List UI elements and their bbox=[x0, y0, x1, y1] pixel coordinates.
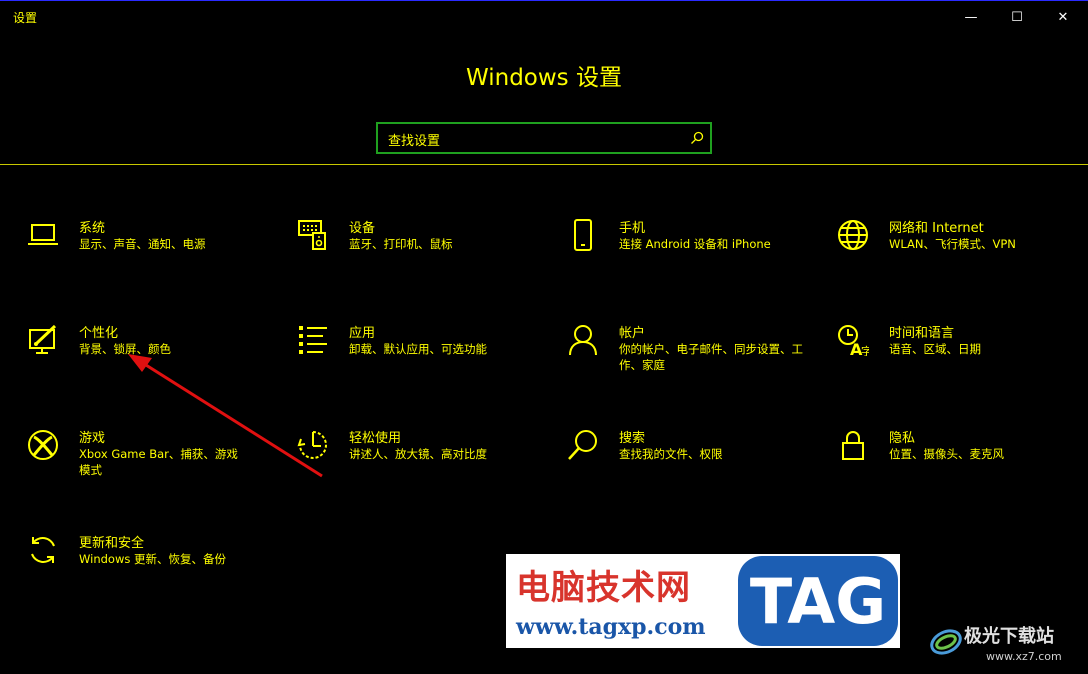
tile-privacy[interactable]: 隐私 位置、摄像头、麦克风 bbox=[837, 429, 1087, 509]
maximize-button[interactable]: ☐ bbox=[994, 1, 1040, 33]
tile-time-language[interactable]: A 字 时间和语言 语音、区域、日期 bbox=[837, 324, 1087, 404]
tile-desc: 蓝牙、打印机、鼠标 bbox=[349, 237, 453, 251]
tile-title: 个性化 bbox=[79, 326, 119, 341]
tile-title: 帐户 bbox=[619, 326, 646, 341]
tile-title: 时间和语言 bbox=[889, 326, 955, 341]
search-icon[interactable] bbox=[690, 131, 704, 145]
tile-system[interactable]: 系统 显示、声音、通知、电源 bbox=[27, 219, 277, 299]
tile-title: 网络和 Internet bbox=[889, 221, 984, 236]
tile-title: 系统 bbox=[79, 221, 106, 236]
devices-icon bbox=[298, 220, 326, 250]
tile-desc: WLAN、飞行模式、VPN bbox=[889, 237, 1016, 251]
update-icon bbox=[31, 537, 55, 563]
minimize-button[interactable]: — bbox=[948, 1, 994, 33]
person-icon bbox=[569, 325, 597, 356]
tile-title: 应用 bbox=[349, 326, 376, 341]
tile-desc: 连接 Android 设备和 iPhone bbox=[619, 237, 771, 251]
site-badge-name: 极光下载站 bbox=[964, 626, 1054, 647]
title-bar: 设置 — ☐ ✕ bbox=[0, 0, 1088, 32]
tile-desc: 显示、声音、通知、电源 bbox=[79, 237, 206, 251]
tile-title: 设备 bbox=[349, 221, 376, 236]
tile-desc: 你的帐户、电子邮件、同步设置、工作、家庭 bbox=[619, 342, 803, 372]
search-box[interactable]: 查找设置 bbox=[376, 122, 712, 154]
tile-title: 搜索 bbox=[619, 431, 646, 446]
ease-of-access-icon bbox=[297, 431, 327, 459]
page-title: Windows 设置 bbox=[466, 65, 622, 91]
tile-accounts[interactable]: 帐户 你的帐户、电子邮件、同步设置、工作、家庭 bbox=[567, 324, 817, 404]
tile-desc: 背景、锁屏、颜色 bbox=[79, 342, 171, 356]
watermark-brand: 电脑技术网 bbox=[516, 568, 691, 608]
time-language-icon: A 字 bbox=[838, 325, 869, 356]
watermark-banner: 电脑技术网 www.tagxp.com TAG bbox=[506, 554, 900, 648]
tile-title: 轻松使用 bbox=[349, 431, 402, 446]
tile-network[interactable]: 网络和 Internet WLAN、飞行模式、VPN bbox=[837, 219, 1087, 299]
site-badge-url: www.xz7.com bbox=[986, 650, 1062, 663]
tile-desc: 位置、摄像头、麦克风 bbox=[889, 447, 1004, 461]
personalization-icon bbox=[29, 324, 57, 354]
tile-apps[interactable]: 应用 卸载、默认应用、可选功能 bbox=[297, 324, 547, 404]
window-title: 设置 bbox=[13, 11, 38, 25]
swirl-logo-icon bbox=[930, 629, 962, 655]
tile-desc: 卸载、默认应用、可选功能 bbox=[349, 342, 487, 356]
minimize-icon: — bbox=[964, 9, 978, 25]
apps-list-icon bbox=[299, 326, 327, 354]
search-icon bbox=[568, 430, 597, 460]
tile-ease-of-access[interactable]: 轻松使用 讲述人、放大镜、高对比度 bbox=[297, 429, 547, 509]
tile-devices[interactable]: 设备 蓝牙、打印机、鼠标 bbox=[297, 219, 547, 299]
tile-personalization[interactable]: 个性化 背景、锁屏、颜色 bbox=[27, 324, 277, 404]
tile-desc: Xbox Game Bar、捕获、游戏模式 bbox=[79, 447, 238, 477]
tile-search[interactable]: 搜索 查找我的文件、权限 bbox=[567, 429, 817, 509]
globe-icon bbox=[838, 220, 868, 250]
tile-title: 游戏 bbox=[79, 431, 106, 446]
header-divider bbox=[0, 164, 1088, 165]
tile-desc: 查找我的文件、权限 bbox=[619, 447, 723, 461]
tile-desc: 语音、区域、日期 bbox=[889, 342, 981, 356]
search-input[interactable]: 查找设置 bbox=[388, 130, 440, 149]
tile-update-security[interactable]: 更新和安全 Windows 更新、恢复、备份 bbox=[27, 534, 277, 614]
close-button[interactable]: ✕ bbox=[1040, 1, 1086, 33]
tile-title: 更新和安全 bbox=[79, 536, 145, 551]
watermark-tag-logo: TAG bbox=[738, 556, 898, 646]
lock-icon bbox=[842, 431, 864, 460]
tile-gaming[interactable]: 游戏 Xbox Game Bar、捕获、游戏模式 bbox=[27, 429, 277, 509]
tile-desc: 讲述人、放大镜、高对比度 bbox=[349, 447, 487, 461]
watermark-url: www.tagxp.com bbox=[516, 614, 706, 640]
xbox-icon bbox=[28, 430, 58, 460]
tile-title: 手机 bbox=[619, 221, 646, 236]
laptop-icon bbox=[28, 224, 58, 245]
close-icon: ✕ bbox=[1057, 9, 1069, 25]
tile-phone[interactable]: 手机 连接 Android 设备和 iPhone bbox=[567, 219, 817, 299]
maximize-icon: ☐ bbox=[1011, 9, 1023, 25]
site-badge: 极光下载站 www.xz7.com bbox=[924, 618, 1084, 670]
tile-desc: Windows 更新、恢复、备份 bbox=[79, 552, 226, 566]
tile-title: 隐私 bbox=[889, 431, 916, 446]
svg-text:字: 字 bbox=[861, 344, 869, 356]
phone-icon bbox=[574, 219, 592, 251]
